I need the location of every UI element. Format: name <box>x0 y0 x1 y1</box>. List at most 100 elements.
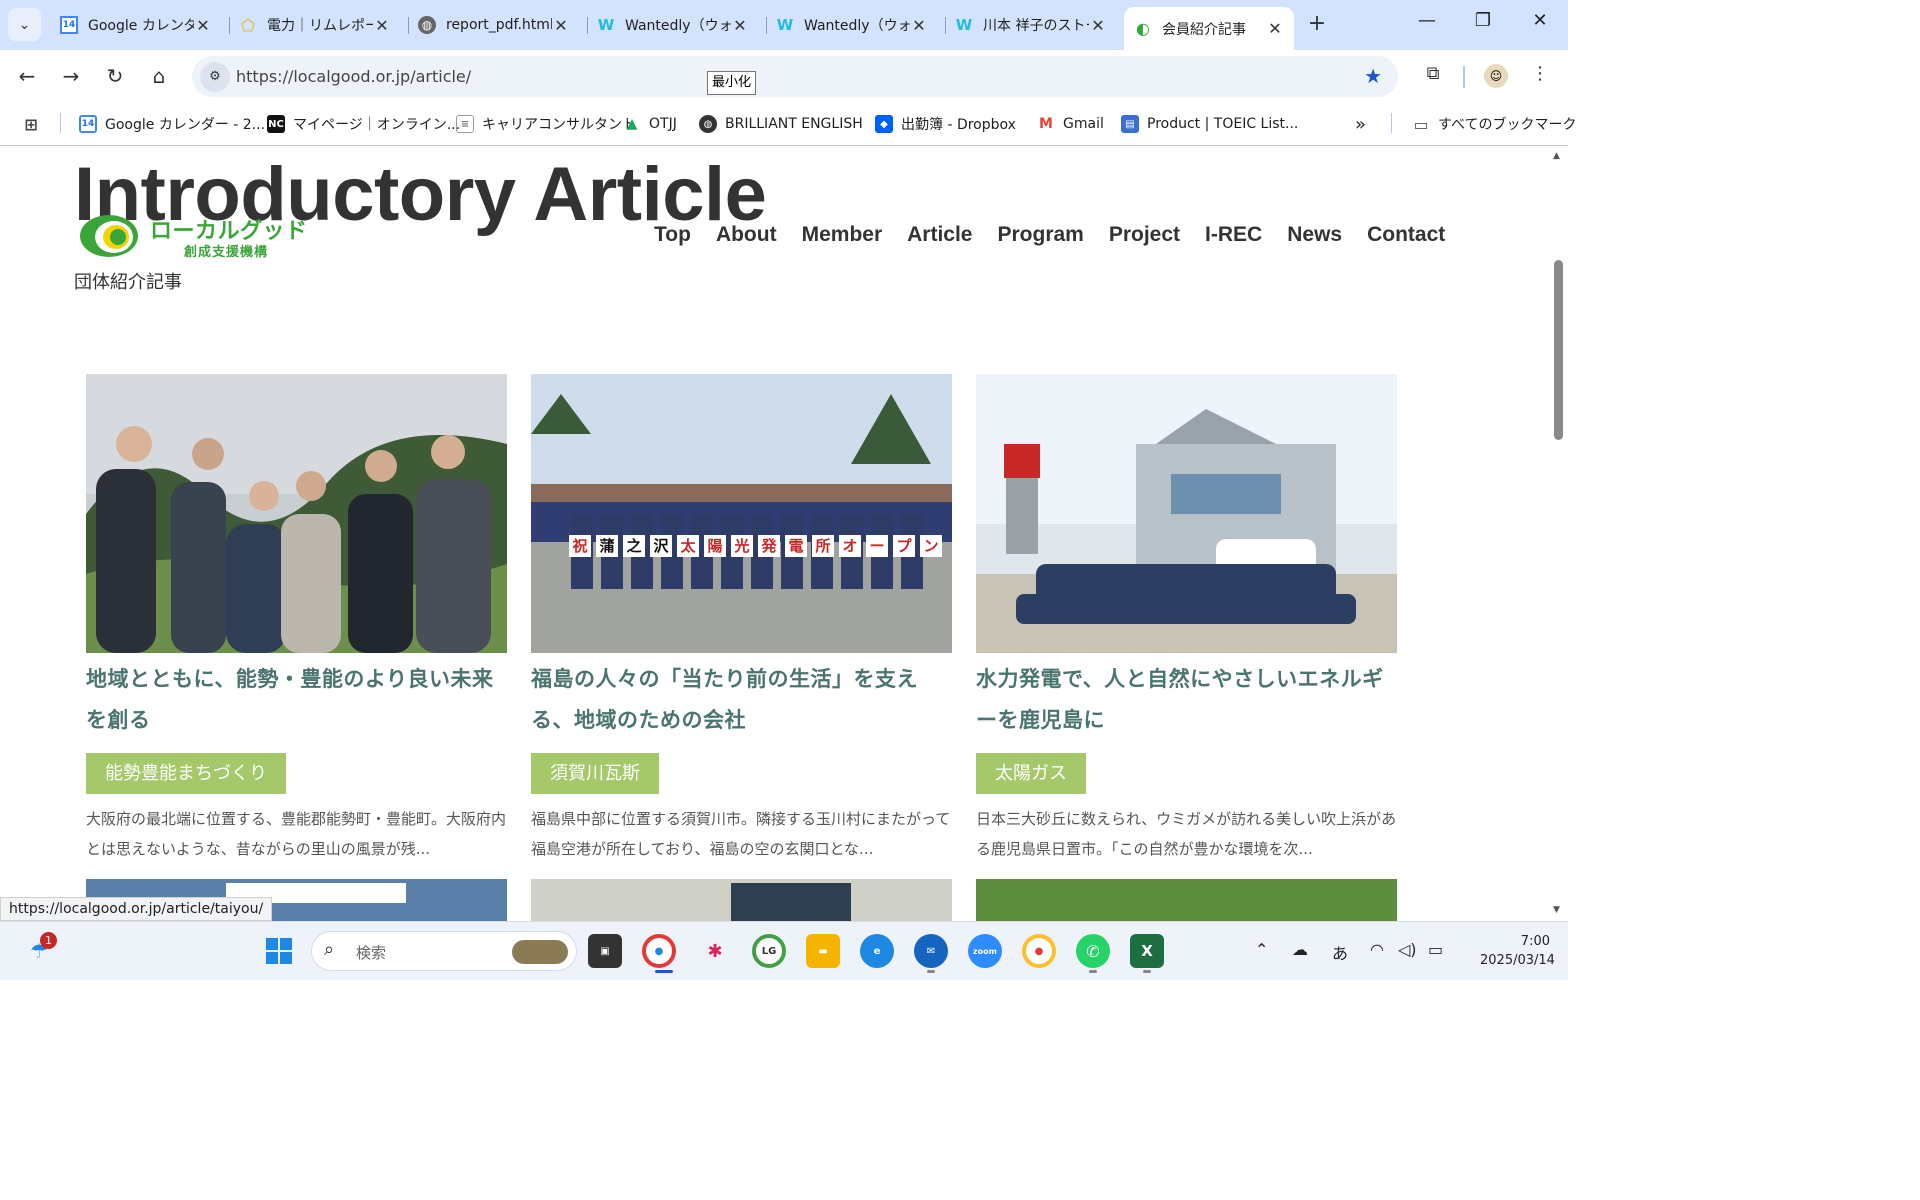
task-view-button[interactable]: ▣ <box>588 934 622 968</box>
close-icon[interactable]: ✕ <box>731 16 749 35</box>
tab-google-calendar[interactable]: 14 Google カレンダー ✕ <box>50 8 222 42</box>
sign-letter: 之 <box>623 535 645 557</box>
nav-irec[interactable]: I-REC <box>1205 223 1262 247</box>
article-title[interactable]: 水力発電で、人と自然にやさしいエネルギーを鹿児島に <box>976 659 1397 741</box>
apps-button[interactable]: ⊞ <box>22 113 48 135</box>
minimize-button[interactable]: — <box>1412 10 1442 31</box>
reload-button[interactable]: ↻ <box>102 63 128 89</box>
article-card[interactable]: 地域とともに、能勢・豊能のより良い未来を創る 能勢豊能まちづくり 大阪府の最北端… <box>86 374 507 864</box>
close-icon[interactable]: ✕ <box>373 16 391 35</box>
site-settings-icon[interactable]: ⚙ <box>200 62 230 92</box>
onedrive-icon[interactable]: ☁ <box>1292 940 1308 959</box>
folder-icon: ▬ <box>818 945 828 957</box>
extensions-button[interactable]: ⧉ <box>1420 63 1446 89</box>
close-icon[interactable]: ✕ <box>1266 19 1284 38</box>
article-photo-partial[interactable] <box>531 879 952 921</box>
article-title[interactable]: 地域とともに、能勢・豊能のより良い未来を創る <box>86 659 507 741</box>
volume-icon[interactable]: ◁) <box>1398 940 1417 959</box>
file-explorer-taskbar-icon[interactable]: ▬ <box>806 934 840 968</box>
tooltip: 最小化 <box>707 71 757 95</box>
bookmark-gmail[interactable]: M Gmail <box>1037 113 1104 135</box>
wifi-icon[interactable]: ◠ <box>1370 940 1384 959</box>
article-photo[interactable]: 祝 蒲 之 沢 太 陽 光 発 電 所 オ ー プ ン <box>531 374 952 653</box>
article-tag[interactable]: 太陽ガス <box>976 753 1086 794</box>
close-icon[interactable]: ✕ <box>194 16 212 35</box>
battery-icon[interactable]: ▭ <box>1428 940 1443 959</box>
close-window-button[interactable]: ✕ <box>1525 10 1555 31</box>
new-tab-button[interactable]: + <box>1304 12 1330 38</box>
bookmark-career-consultant[interactable]: ≡ キャリアコンサルタント <box>456 113 636 135</box>
mail-taskbar-icon[interactable]: ✉ <box>914 934 948 968</box>
url-text[interactable]: https://localgood.or.jp/article/ <box>236 67 471 86</box>
nav-member[interactable]: Member <box>802 223 883 247</box>
back-button[interactable]: ← <box>14 63 40 89</box>
tab-search-button[interactable]: ⌄ <box>8 8 41 41</box>
nav-program[interactable]: Program <box>997 223 1083 247</box>
start-button[interactable] <box>262 934 296 968</box>
address-bar[interactable]: ⚙ https://localgood.or.jp/article/ ★ <box>192 56 1398 97</box>
article-tag[interactable]: 能勢豊能まちづくり <box>86 753 286 794</box>
chrome-profile2-taskbar-icon[interactable]: ● <box>1022 934 1056 968</box>
nav-about[interactable]: About <box>716 223 777 247</box>
profile-avatar[interactable]: ☺ <box>1484 64 1508 88</box>
nav-contact[interactable]: Contact <box>1367 223 1445 247</box>
zoom-taskbar-icon[interactable]: zoom <box>968 934 1002 968</box>
article-photo[interactable] <box>976 374 1397 653</box>
edge-icon: e <box>873 945 881 957</box>
tab-member-articles[interactable]: ◐ 会員紹介記事 ✕ <box>1124 7 1294 50</box>
article-card[interactable]: 水力発電で、人と自然にやさしいエネルギーを鹿児島に 太陽ガス 日本三大砂丘に数え… <box>976 374 1397 864</box>
bookmark-star-icon[interactable]: ★ <box>1364 64 1382 88</box>
whatsapp-taskbar-icon[interactable]: ✆ <box>1076 934 1110 968</box>
forward-button[interactable]: → <box>58 63 84 89</box>
scroll-thumb[interactable] <box>1554 260 1563 440</box>
active-app-indicator <box>655 970 673 973</box>
tab-power[interactable]: ⬠ 電力｜リムレポート ✕ <box>229 8 401 42</box>
tab-report-pdf[interactable]: ◍ report_pdf.html ✕ <box>408 8 580 42</box>
article-title[interactable]: 福島の人々の「当たり前の生活」を支える、地域のための会社 <box>531 659 952 741</box>
running-app-indicator <box>927 970 935 973</box>
nav-project[interactable]: Project <box>1109 223 1180 247</box>
close-icon[interactable]: ✕ <box>552 16 570 35</box>
article-photo-partial[interactable] <box>976 879 1397 921</box>
scroll-down-icon[interactable]: ▼ <box>1553 905 1560 915</box>
bookmark-mypage[interactable]: NC マイページ｜オンライン... <box>267 113 460 135</box>
bookmark-google-calendar[interactable]: 14 Google カレンダー - 2... <box>79 113 265 135</box>
nav-article[interactable]: Article <box>907 223 972 247</box>
chrome-taskbar-icon[interactable]: ● <box>642 934 676 968</box>
taskbar-clock[interactable]: 7:00 2025/03/14 <box>1480 932 1555 970</box>
more-bookmarks-button[interactable]: » <box>1355 113 1366 135</box>
more-vert-icon: ⋮ <box>1531 63 1549 84</box>
nav-news[interactable]: News <box>1287 223 1342 247</box>
restore-button[interactable]: ❐ <box>1468 10 1498 31</box>
ime-indicator[interactable]: あ <box>1332 940 1348 964</box>
tab-kawamoto-story[interactable]: W 川本 祥子のストーリー ✕ <box>945 8 1117 42</box>
taskbar-search[interactable]: ⌕ 検索 <box>311 931 577 971</box>
close-icon[interactable]: ✕ <box>1089 16 1107 35</box>
bookmark-toeic[interactable]: ▤ Product | TOEIC List... <box>1121 113 1298 135</box>
page-scrollbar[interactable]: ▲ ▼ <box>1550 147 1568 921</box>
bookmark-brilliant-english[interactable]: ◍ BRILLIANT ENGLISH <box>699 113 863 135</box>
tab-wantedly-1[interactable]: W Wantedly（ウォンテッドリー） ✕ <box>587 8 759 42</box>
excel-taskbar-icon[interactable]: X <box>1130 934 1164 968</box>
bookmark-label: Gmail <box>1063 116 1104 132</box>
site-logo[interactable]: ローカルグッド 創成支援機構 <box>78 211 318 261</box>
tab-wantedly-2[interactable]: W Wantedly（ウォンテッドリー） ✕ <box>766 8 938 42</box>
folder-icon: ▭ <box>1413 114 1429 134</box>
browser-menu-button[interactable]: ⋮ <box>1530 63 1550 89</box>
sign-letter: 陽 <box>704 535 726 557</box>
chrome-lg-taskbar-icon[interactable]: LG <box>752 934 786 968</box>
scroll-up-icon[interactable]: ▲ <box>1553 151 1560 161</box>
article-tag[interactable]: 須賀川瓦斯 <box>531 753 659 794</box>
close-icon[interactable]: ✕ <box>910 16 928 35</box>
article-photo[interactable] <box>86 374 507 653</box>
slack-taskbar-icon[interactable]: ✱ <box>698 934 732 968</box>
nav-top[interactable]: Top <box>654 223 691 247</box>
edge-taskbar-icon[interactable]: e <box>860 934 894 968</box>
tab-label: Wantedly（ウォンテッドリー） <box>804 18 910 34</box>
bookmark-otjj[interactable]: ▲ OTJJ <box>623 113 677 135</box>
article-card[interactable]: 祝 蒲 之 沢 太 陽 光 発 電 所 オ ー プ ン 福島の人々の「当たり前の… <box>531 374 952 864</box>
all-bookmarks-button[interactable]: ▭ すべてのブックマーク <box>1412 113 1576 135</box>
tray-chevron-up-icon[interactable]: ⌃ <box>1255 940 1268 959</box>
bookmark-dropbox[interactable]: ◆ 出勤簿 - Dropbox <box>875 113 1016 135</box>
home-button[interactable]: ⌂ <box>146 63 172 89</box>
